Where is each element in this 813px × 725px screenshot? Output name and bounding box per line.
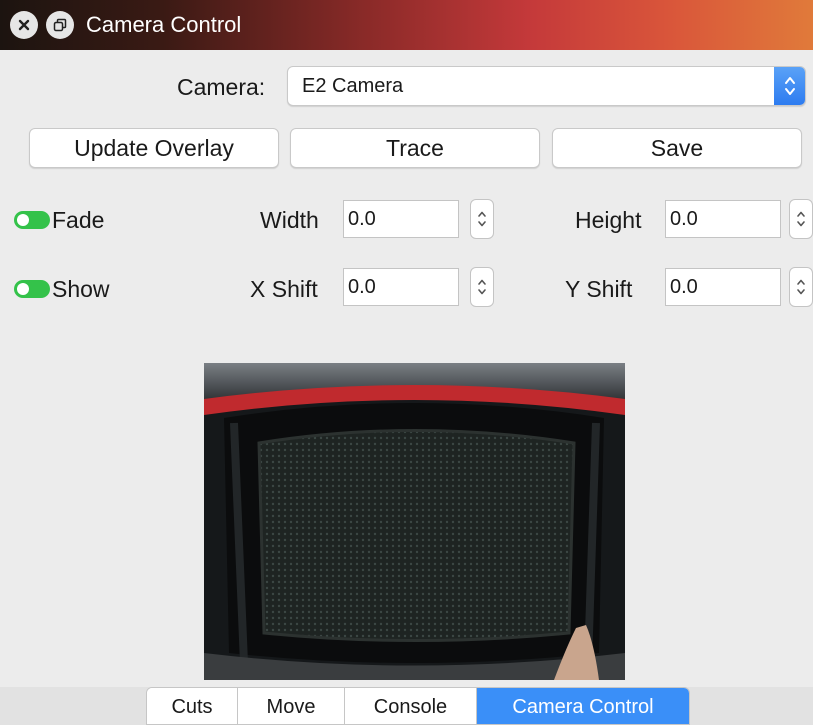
height-input[interactable]: 0.0 xyxy=(665,200,781,238)
tab-strip: Cuts Move Console Camera Control xyxy=(146,687,690,725)
stepper-arrows-icon xyxy=(797,211,805,227)
x-shift-input[interactable]: 0.0 xyxy=(343,268,459,306)
tab-move[interactable]: Move xyxy=(238,688,345,724)
y-shift-label: Y Shift xyxy=(565,276,633,302)
stepper-arrows-icon xyxy=(478,211,486,227)
float-window-button[interactable] xyxy=(46,11,74,39)
window-title: Camera Control xyxy=(86,12,242,37)
camera-select[interactable]: E2 Camera xyxy=(287,66,806,106)
select-arrows-icon xyxy=(774,67,805,105)
height-label: Height xyxy=(575,207,642,233)
fade-toggle[interactable] xyxy=(14,211,50,229)
trace-button[interactable]: Trace xyxy=(290,128,540,168)
width-stepper[interactable] xyxy=(470,199,494,239)
close-icon xyxy=(18,19,30,31)
update-overlay-button[interactable]: Update Overlay xyxy=(29,128,279,168)
height-stepper[interactable] xyxy=(789,199,813,239)
camera-preview xyxy=(204,363,625,680)
show-toggle[interactable] xyxy=(14,280,50,298)
tab-cuts[interactable]: Cuts xyxy=(147,688,238,724)
camera-label: Camera: xyxy=(177,74,266,100)
x-shift-label: X Shift xyxy=(250,276,318,302)
fade-label: Fade xyxy=(52,207,105,233)
width-input[interactable]: 0.0 xyxy=(343,200,459,238)
y-shift-stepper[interactable] xyxy=(789,267,813,307)
x-shift-stepper[interactable] xyxy=(470,267,494,307)
save-button[interactable]: Save xyxy=(552,128,802,168)
window-titlebar: Camera Control xyxy=(0,0,813,50)
restore-icon xyxy=(53,18,67,32)
stepper-arrows-icon xyxy=(797,279,805,295)
close-window-button[interactable] xyxy=(10,11,38,39)
tab-camera-control[interactable]: Camera Control xyxy=(477,688,689,724)
show-label: Show xyxy=(52,276,110,302)
y-shift-input[interactable]: 0.0 xyxy=(665,268,781,306)
camera-select-value: E2 Camera xyxy=(302,75,404,97)
tab-console[interactable]: Console xyxy=(345,688,477,724)
stepper-arrows-icon xyxy=(478,279,486,295)
width-label: Width xyxy=(260,207,319,233)
